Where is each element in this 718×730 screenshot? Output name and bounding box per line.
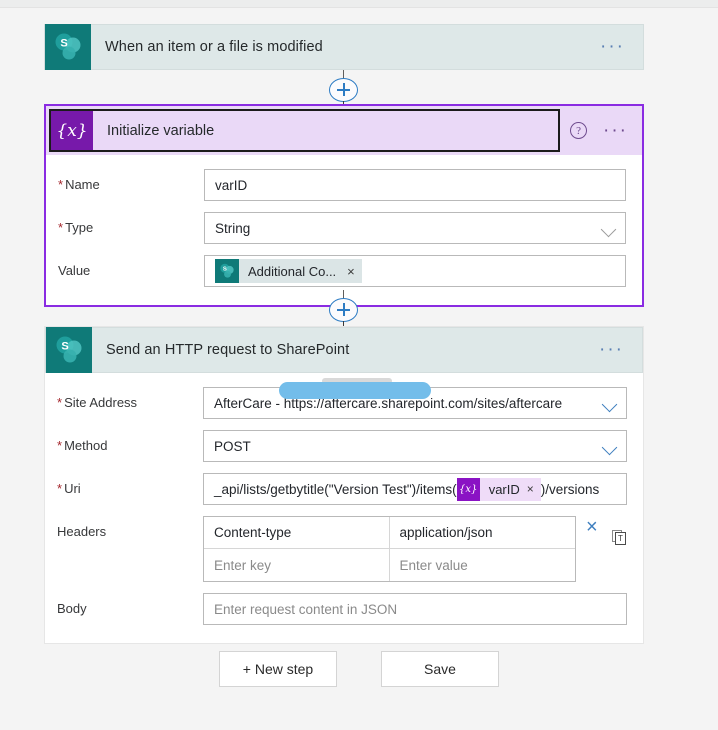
text-mode-front-square: T [615, 532, 626, 545]
table-row: Content-type application/json [204, 517, 575, 549]
header-key-input[interactable]: Content-type [204, 517, 390, 548]
required-asterisk: * [58, 220, 64, 235]
name-control: varID [204, 169, 626, 201]
required-asterisk: * [57, 481, 63, 496]
initvar-title: Initialize variable [107, 122, 215, 139]
token-remove-icon[interactable]: × [345, 264, 355, 279]
name-label: * Name [58, 177, 100, 192]
field-row-type: * Type String [58, 212, 626, 244]
add-step-plus-icon[interactable] [329, 78, 358, 102]
variable-braces-icon: {x} [456, 477, 480, 501]
token-label: Additional Co... [248, 263, 337, 279]
field-row-body: Body Enter request content in JSON [57, 593, 627, 625]
field-row-method: * Method POST [57, 430, 627, 462]
variable-braces-icon: {x} [51, 111, 93, 150]
token-label: varID [488, 481, 520, 497]
http-menu-button[interactable]: ··· [599, 340, 642, 359]
site-address-label: * Site Address [57, 395, 138, 410]
svg-text:S: S [223, 267, 227, 273]
http-title: Send an HTTP request to SharePoint [106, 342, 350, 358]
type-control: String [204, 212, 626, 244]
initvar-menu-button[interactable]: ··· [603, 121, 628, 140]
flow-action-bar: + New step Save [0, 651, 718, 687]
sharepoint-icon: S [46, 327, 92, 373]
method-select-value: POST [214, 438, 251, 454]
chevron-down-icon [600, 221, 617, 238]
required-asterisk: * [57, 395, 63, 410]
token-remove-icon[interactable]: × [527, 482, 541, 496]
trigger-menu-button[interactable]: ··· [600, 37, 643, 56]
body-label: Body [57, 601, 87, 616]
required-asterisk: * [57, 438, 63, 453]
add-step-plus-icon[interactable] [329, 298, 358, 322]
variable-token[interactable]: {x} varID × [456, 477, 541, 501]
header-value-empty-input[interactable]: Enter value [390, 549, 576, 581]
trigger-title: When an item or a file is modified [105, 39, 323, 55]
help-icon[interactable]: ? [570, 122, 588, 139]
site-address-control: AfterCare - https://aftercare.sharepoint… [203, 378, 627, 419]
headers-tools: × T [576, 516, 627, 546]
site-address-value: AfterCare - https://aftercare.sharepoint… [214, 395, 563, 411]
initvar-header-selected[interactable]: {x} Initialize variable [49, 109, 561, 152]
method-control: POST [203, 430, 627, 462]
method-label: * Method [57, 438, 108, 453]
headers-control: Content-type application/json Enter key … [203, 516, 627, 582]
headers-label: Headers [57, 524, 107, 539]
dynamic-content-token[interactable]: S Additional Co... × [215, 259, 362, 283]
svg-text:S: S [60, 38, 67, 50]
body-control: Enter request content in JSON [203, 593, 627, 625]
field-row-uri: * Uri _api/lists/getbytitle("Version Test… [57, 473, 627, 505]
method-select[interactable]: POST [203, 430, 627, 462]
chevron-down-icon [601, 439, 618, 456]
initvar-header: {x} Initialize variable ? ··· [46, 106, 642, 155]
value-control: S Additional Co... × [204, 255, 626, 287]
flow-designer-canvas: S When an item or a file is modified ···… [0, 0, 718, 730]
flow-step-initialize-variable[interactable]: {x} Initialize variable ? ··· * Name varI… [44, 104, 644, 307]
uri-suffix-text: )/versions [540, 481, 600, 497]
uri-control: _api/lists/getbytitle("Version Test")/it… [203, 473, 627, 505]
body-input[interactable]: Enter request content in JSON [203, 593, 627, 625]
trigger-header[interactable]: S When an item or a file is modified ··· [44, 24, 644, 70]
header-key-empty-input[interactable]: Enter key [204, 549, 390, 581]
header-value-input[interactable]: application/json [390, 517, 576, 548]
uri-input[interactable]: _api/lists/getbytitle("Version Test")/it… [203, 473, 627, 505]
sharepoint-icon: S [45, 24, 91, 70]
type-label: * Type [58, 220, 94, 235]
field-row-value: Value S Additional Co... × [58, 255, 626, 287]
type-select[interactable]: String [204, 212, 626, 244]
http-header[interactable]: S Send an HTTP request to SharePoint ··· [45, 327, 643, 373]
headers-grid: Content-type application/json Enter key … [203, 516, 576, 582]
flow-step-send-http-request[interactable]: S Send an HTTP request to SharePoint ···… [44, 326, 644, 644]
field-row-name: * Name varID [58, 169, 626, 201]
switch-text-mode-icon[interactable]: T [612, 530, 627, 545]
field-row-site-address: * Site Address AfterCare - https://afterc… [57, 378, 627, 419]
name-input-value: varID [215, 177, 248, 193]
value-label: Value [58, 263, 91, 278]
initvar-form: * Name varID * Type String Value S Addit… [46, 155, 642, 305]
value-input[interactable]: S Additional Co... × [204, 255, 626, 287]
initvar-actions: ? ··· [560, 106, 642, 155]
svg-text:S: S [61, 341, 68, 353]
type-select-value: String [215, 220, 251, 236]
table-row: Enter key Enter value [204, 549, 575, 581]
http-form: * Site Address AfterCare - https://afterc… [45, 373, 643, 643]
redaction-mark [322, 378, 392, 384]
uri-label: * Uri [57, 481, 81, 496]
required-asterisk: * [58, 177, 64, 192]
new-step-button[interactable]: + New step [219, 651, 337, 687]
chevron-down-icon [601, 396, 618, 413]
save-button[interactable]: Save [381, 651, 499, 687]
flow-step-trigger[interactable]: S When an item or a file is modified ··· [44, 24, 644, 70]
name-input[interactable]: varID [204, 169, 626, 201]
uri-content: _api/lists/getbytitle("Version Test")/it… [214, 477, 600, 501]
site-address-select[interactable]: AfterCare - https://aftercare.sharepoint… [203, 378, 627, 419]
sharepoint-icon: S [215, 259, 239, 283]
uri-prefix-text: _api/lists/getbytitle("Version Test")/it… [214, 481, 457, 497]
body-placeholder-text: Enter request content in JSON [214, 601, 398, 617]
delete-header-icon[interactable]: × [586, 516, 604, 546]
field-row-headers: Headers Content-type application/json En… [57, 516, 627, 582]
